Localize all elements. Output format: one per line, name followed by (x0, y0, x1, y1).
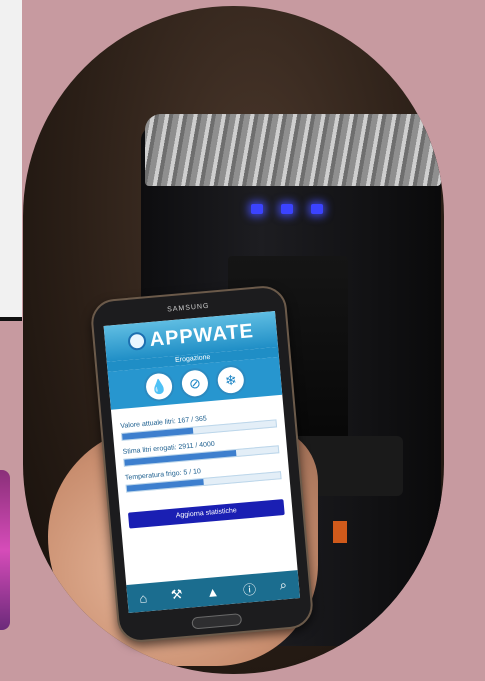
top-left-panel (0, 0, 22, 318)
orange-tab (333, 521, 347, 543)
app-title: APPWATE (148, 319, 255, 351)
water-drop-icon (127, 331, 147, 351)
divider-line (0, 317, 22, 321)
led-light (311, 204, 323, 214)
stat-fill (126, 478, 204, 492)
search-icon[interactable]: ⌕ (279, 577, 288, 594)
no-sparkling-button[interactable]: ⊘ (178, 367, 212, 400)
update-stats-button[interactable]: Aggiorna statistiche (127, 499, 285, 529)
phone-home-button (191, 613, 243, 630)
stats-panel: Valore attuale litri: 167 / 365 Stima li… (111, 395, 290, 500)
dispenser-top (145, 114, 441, 186)
stat-fill (122, 427, 194, 440)
water-drop-button[interactable]: 💧 (142, 370, 176, 403)
bottom-nav: ⌂ ⚒ ▲ ⓘ ⌕ (126, 570, 301, 613)
phone-screen: APPWATE Erogazione 💧 ⊘ ❄ Valore attuale … (103, 311, 301, 613)
warning-icon[interactable]: ▲ (206, 584, 220, 600)
left-edge-image (0, 470, 10, 630)
info-icon[interactable]: ⓘ (242, 578, 257, 598)
led-light (281, 204, 293, 214)
home-icon[interactable]: ⌂ (139, 590, 148, 606)
led-light (251, 204, 263, 214)
snowflake-button[interactable]: ❄ (214, 363, 248, 397)
smartphone: SAMSUNG APPWATE Erogazione 💧 ⊘ ❄ Valore … (89, 284, 315, 644)
tools-icon[interactable]: ⚒ (170, 586, 183, 603)
